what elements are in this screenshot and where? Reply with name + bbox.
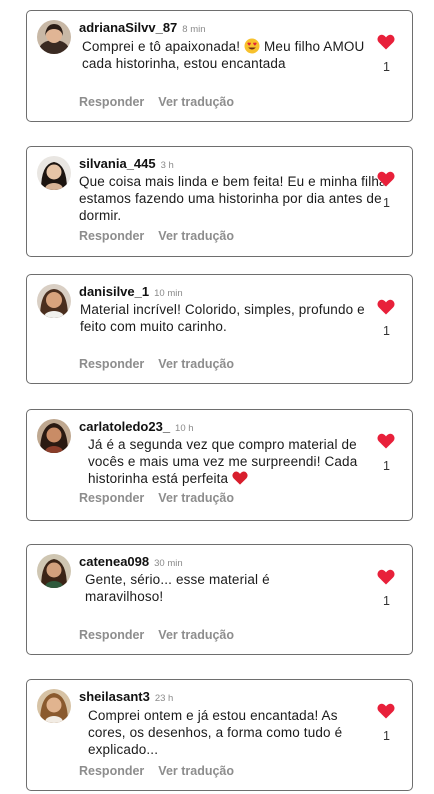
comment-username[interactable]: sheilasant3 23 h bbox=[79, 689, 173, 704]
comment-text: Que coisa mais linda e bem feita! Eu e m… bbox=[79, 174, 387, 223]
translate-button[interactable]: Ver tradução bbox=[158, 628, 234, 642]
comment-card: catenea098 30 min Gente, sério... esse ma… bbox=[26, 544, 413, 655]
reply-button[interactable]: Responder bbox=[79, 628, 144, 642]
comment-card: adrianaSilvv_87 8 min Comprei e tô apaixo… bbox=[26, 10, 413, 122]
like-count: 1 bbox=[383, 729, 390, 743]
username-text[interactable]: adrianaSilvv_87 bbox=[79, 20, 177, 35]
comment-time: 8 min bbox=[182, 24, 206, 35]
comment-text: Comprei ontem e já estou encantada! As c… bbox=[88, 708, 343, 757]
reply-button[interactable]: Responder bbox=[79, 229, 144, 243]
comment-text: Gente, sério... esse material é maravilh… bbox=[85, 572, 270, 604]
comment-card: danisilve_1 10 min Material incrível! Col… bbox=[26, 274, 413, 384]
comment-time: 10 h bbox=[175, 423, 194, 434]
avatar[interactable] bbox=[37, 419, 71, 453]
like-count: 1 bbox=[383, 594, 390, 608]
comment-username[interactable]: catenea098 30 min bbox=[79, 554, 183, 569]
reply-button[interactable]: Responder bbox=[79, 491, 144, 505]
heart-eyes-emoji bbox=[244, 38, 260, 54]
like-heart-icon[interactable] bbox=[377, 703, 395, 719]
reply-button[interactable]: Responder bbox=[79, 357, 144, 371]
reply-button[interactable]: Responder bbox=[79, 95, 144, 109]
like-heart-icon[interactable] bbox=[377, 171, 395, 187]
red-heart-emoji bbox=[232, 471, 248, 485]
like-heart-icon[interactable] bbox=[377, 433, 395, 449]
comment-actions: Responder Ver tradução bbox=[79, 95, 248, 109]
comment-card: carlatoledo23_ 10 h Já é a segunda vez qu… bbox=[26, 409, 413, 521]
comment-text-part: Já é a segunda vez que compro material d… bbox=[88, 437, 358, 486]
comment-text: Comprei e tô apaixonada! Meu filho AMOU … bbox=[82, 38, 367, 72]
comment-time: 3 h bbox=[160, 160, 174, 171]
username-text[interactable]: carlatoledo23_ bbox=[79, 419, 170, 434]
username-text[interactable]: sheilasant3 bbox=[79, 689, 150, 704]
translate-button[interactable]: Ver tradução bbox=[158, 357, 234, 371]
like-heart-icon[interactable] bbox=[377, 569, 395, 585]
avatar[interactable] bbox=[37, 689, 71, 723]
username-text[interactable]: silvania_445 bbox=[79, 156, 156, 171]
translate-button[interactable]: Ver tradução bbox=[158, 229, 234, 243]
like-count: 1 bbox=[383, 196, 390, 210]
like-count: 1 bbox=[383, 459, 390, 473]
comment-username[interactable]: carlatoledo23_ 10 h bbox=[79, 419, 194, 434]
avatar[interactable] bbox=[37, 156, 71, 190]
like-count: 1 bbox=[383, 324, 390, 338]
comment-card: sheilasant3 23 h Comprei ontem e já estou… bbox=[26, 679, 413, 791]
comment-actions: Responder Ver tradução bbox=[79, 628, 248, 642]
avatar[interactable] bbox=[37, 554, 71, 588]
avatar[interactable] bbox=[37, 20, 71, 54]
like-heart-icon[interactable] bbox=[377, 34, 395, 50]
translate-button[interactable]: Ver tradução bbox=[158, 491, 234, 505]
comment-actions: Responder Ver tradução bbox=[79, 357, 248, 371]
comment-time: 23 h bbox=[154, 693, 174, 704]
comment-actions: Responder Ver tradução bbox=[79, 229, 248, 243]
translate-button[interactable]: Ver tradução bbox=[158, 764, 234, 778]
reply-button[interactable]: Responder bbox=[79, 764, 144, 778]
like-heart-icon[interactable] bbox=[377, 299, 395, 315]
avatar[interactable] bbox=[37, 284, 71, 318]
username-text[interactable]: catenea098 bbox=[79, 554, 149, 569]
comment-text: Já é a segunda vez que compro material d… bbox=[88, 436, 378, 487]
comment-actions: Responder Ver tradução bbox=[79, 491, 248, 505]
comment-text: Material incrível! Colorido, simples, pr… bbox=[80, 302, 365, 334]
comment-username[interactable]: silvania_445 3 h bbox=[79, 156, 174, 171]
comment-text-part: Comprei e tô apaixonada! bbox=[82, 39, 245, 54]
username-text[interactable]: danisilve_1 bbox=[79, 284, 149, 299]
like-count: 1 bbox=[383, 60, 390, 74]
comment-card: silvania_445 3 h Que coisa mais linda e b… bbox=[26, 146, 413, 257]
comment-time: 30 min bbox=[154, 558, 183, 569]
comment-username[interactable]: danisilve_1 10 min bbox=[79, 284, 183, 299]
comment-time: 10 min bbox=[154, 288, 183, 299]
translate-button[interactable]: Ver tradução bbox=[158, 95, 234, 109]
comment-actions: Responder Ver tradução bbox=[79, 764, 248, 778]
comment-username[interactable]: adrianaSilvv_87 8 min bbox=[79, 20, 206, 35]
